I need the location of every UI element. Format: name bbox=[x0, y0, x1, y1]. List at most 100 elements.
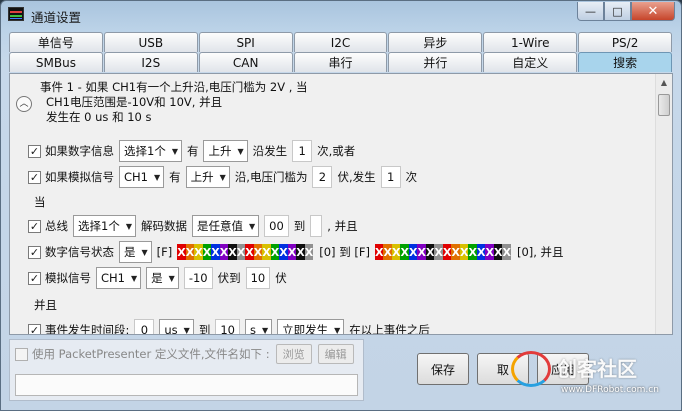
analog-channel-select[interactable]: CH1 ▼ bbox=[119, 166, 165, 188]
close-button[interactable]: ✕ bbox=[631, 2, 675, 21]
tab-tabrow2-5[interactable]: 自定义 bbox=[483, 52, 578, 72]
bit-cell[interactable]: X bbox=[493, 244, 503, 260]
time-from-input[interactable]: 0 bbox=[134, 319, 155, 334]
bit-cell[interactable]: X bbox=[270, 244, 280, 260]
collapse-chevron-icon[interactable]: ︿ bbox=[16, 96, 32, 112]
analog-edge-select[interactable]: 上升 ▼ bbox=[185, 166, 230, 188]
bit-cell[interactable]: X bbox=[262, 244, 271, 260]
bit-cell[interactable]: X bbox=[245, 244, 254, 260]
window-title: 通道设置 bbox=[31, 10, 82, 25]
decode-from-input[interactable]: 00 bbox=[264, 215, 289, 237]
bit-cell[interactable]: X bbox=[304, 244, 314, 260]
tab-tabrow1-6[interactable]: PS/2 bbox=[578, 32, 673, 52]
scroll-up-icon[interactable]: ▲ bbox=[656, 74, 672, 90]
summary-line-2: CH1电压范围是-10V和 10V, 并且 bbox=[46, 95, 223, 109]
tab-tabrow2-2[interactable]: CAN bbox=[198, 52, 293, 72]
bit-cell[interactable]: X bbox=[202, 244, 212, 260]
analog-threshold-input[interactable]: 2 bbox=[312, 166, 333, 188]
dropdown-arrow-icon: ▼ bbox=[154, 172, 161, 182]
bit-cell[interactable]: X bbox=[236, 244, 246, 260]
bit-cell[interactable]: X bbox=[383, 244, 392, 260]
digital-channel-select[interactable]: 选择1个 ▼ bbox=[119, 140, 182, 162]
bus-select[interactable]: 选择1个 ▼ bbox=[73, 215, 136, 237]
tab-tabrow1-2[interactable]: SPI bbox=[198, 32, 293, 52]
bit-cell[interactable]: X bbox=[374, 244, 384, 260]
bit-cell[interactable]: X bbox=[219, 244, 229, 260]
bit-cell[interactable]: X bbox=[228, 244, 237, 260]
bit-cell[interactable]: X bbox=[459, 244, 469, 260]
analog-signal-channel-select[interactable]: CH1 ▼ bbox=[96, 267, 142, 289]
tab-tabrow2-6[interactable]: 搜索 bbox=[578, 52, 673, 72]
bit-cell[interactable]: X bbox=[177, 244, 186, 260]
packet-presenter-checkbox[interactable] bbox=[15, 347, 28, 361]
bit-pattern-1[interactable]: XXXXXXXXXXXXXXXX bbox=[177, 244, 314, 260]
bit-cell[interactable]: X bbox=[476, 244, 486, 260]
maximize-button[interactable]: □ bbox=[604, 2, 631, 21]
bit-cell[interactable]: X bbox=[194, 244, 203, 260]
tab-tabrow1-0[interactable]: 单信号 bbox=[9, 32, 103, 52]
bit-cell[interactable]: X bbox=[211, 244, 220, 260]
digital-edge-checkbox[interactable]: ✓ bbox=[28, 144, 41, 158]
save-button[interactable]: 保存 bbox=[417, 353, 469, 385]
digital-state-checkbox[interactable]: ✓ bbox=[28, 245, 41, 259]
bit-cell[interactable]: X bbox=[296, 244, 305, 260]
bus-checkbox[interactable]: ✓ bbox=[28, 219, 41, 233]
minimize-button[interactable]: — bbox=[577, 2, 604, 21]
analog-edge-checkbox[interactable]: ✓ bbox=[28, 170, 41, 184]
watermark-text: 创客社区 bbox=[557, 357, 637, 381]
bit-cell[interactable]: X bbox=[451, 244, 460, 260]
tab-tabrow1-4[interactable]: 异步 bbox=[388, 32, 483, 52]
time-to-label: 到 bbox=[198, 323, 211, 335]
decode-to-input[interactable] bbox=[310, 215, 323, 237]
bit-cell[interactable]: X bbox=[287, 244, 297, 260]
bit-cell[interactable]: X bbox=[485, 244, 494, 260]
tab-tabrow2-3[interactable]: 串行 bbox=[293, 52, 388, 72]
tab-tabrow2-0[interactable]: SMBus bbox=[9, 52, 103, 72]
analog-count-input[interactable]: 1 bbox=[380, 166, 401, 188]
bit-cell[interactable]: X bbox=[425, 244, 435, 260]
channel-settings-window: 通道设置 — □ ✕ 单信号 USB SPI I2C 异步 1-Wire PS/2 SMBu… bbox=[0, 0, 682, 411]
bit-cell[interactable]: X bbox=[408, 244, 418, 260]
analog-min-input[interactable]: -10 bbox=[183, 267, 213, 289]
has-label: 有 bbox=[169, 170, 181, 184]
title-bar[interactable]: 通道设置 — □ ✕ bbox=[1, 1, 681, 29]
analog-signal-checkbox[interactable]: ✓ bbox=[28, 271, 41, 285]
decode-condition-select[interactable]: 是任意值 ▼ bbox=[191, 215, 260, 237]
volts-occurs-label: 伏,发生 bbox=[337, 170, 376, 184]
tab-tabrow1-5[interactable]: 1-Wire bbox=[483, 32, 578, 52]
tab-tabrow1-3[interactable]: I2C bbox=[293, 32, 388, 52]
bit-cell[interactable]: X bbox=[185, 244, 195, 260]
digital-state-is-select[interactable]: 是 ▼ bbox=[119, 241, 152, 263]
bit-cell[interactable]: X bbox=[391, 244, 401, 260]
bit-cell[interactable]: X bbox=[468, 244, 477, 260]
time-to-input[interactable]: 10 bbox=[215, 319, 240, 334]
time-from-unit-select[interactable]: us ▼ bbox=[159, 319, 194, 335]
times-label: 次 bbox=[405, 170, 418, 184]
bit-cell[interactable]: X bbox=[279, 244, 288, 260]
scroll-thumb[interactable] bbox=[658, 94, 670, 116]
tab-tabrow2-1[interactable]: I2S bbox=[103, 52, 198, 72]
browse-button[interactable]: 浏览 bbox=[275, 344, 312, 364]
bit-cell[interactable]: X bbox=[417, 244, 426, 260]
vertical-scrollbar[interactable]: ▲ bbox=[655, 74, 672, 334]
packet-presenter-filename-input[interactable] bbox=[15, 374, 358, 396]
bit-cell[interactable]: X bbox=[400, 244, 409, 260]
bit-cell[interactable]: X bbox=[434, 244, 443, 260]
time-mode-select[interactable]: 立即发生 ▼ bbox=[277, 319, 345, 334]
analog-max-input[interactable]: 10 bbox=[245, 267, 271, 289]
dropdown-arrow-icon: ▼ bbox=[183, 325, 190, 335]
digital-count-input[interactable]: 1 bbox=[292, 140, 313, 162]
tab-tabrow2-4[interactable]: 并行 bbox=[388, 52, 483, 72]
time-to-unit-select[interactable]: s ▼ bbox=[244, 319, 273, 334]
bit-cell[interactable]: X bbox=[253, 244, 263, 260]
bit-cell[interactable]: X bbox=[442, 244, 452, 260]
digital-edge-select[interactable]: 上升 ▼ bbox=[203, 140, 248, 162]
tab-tabrow1-1[interactable]: USB bbox=[103, 32, 198, 52]
bit-pattern-2[interactable]: XXXXXXXXXXXXXXXX bbox=[374, 244, 511, 260]
time-window-checkbox[interactable]: ✓ bbox=[28, 323, 41, 334]
volts-to-label: 伏到 bbox=[217, 271, 241, 285]
edit-button[interactable]: 编辑 bbox=[317, 344, 354, 364]
bit-cell[interactable]: X bbox=[502, 244, 511, 260]
analog-signal-is-select[interactable]: 是 ▼ bbox=[146, 267, 179, 289]
summary-line-1: 事件 1 - 如果 CH1有一个上升沿,电压门槛为 2V , 当 bbox=[40, 80, 308, 94]
